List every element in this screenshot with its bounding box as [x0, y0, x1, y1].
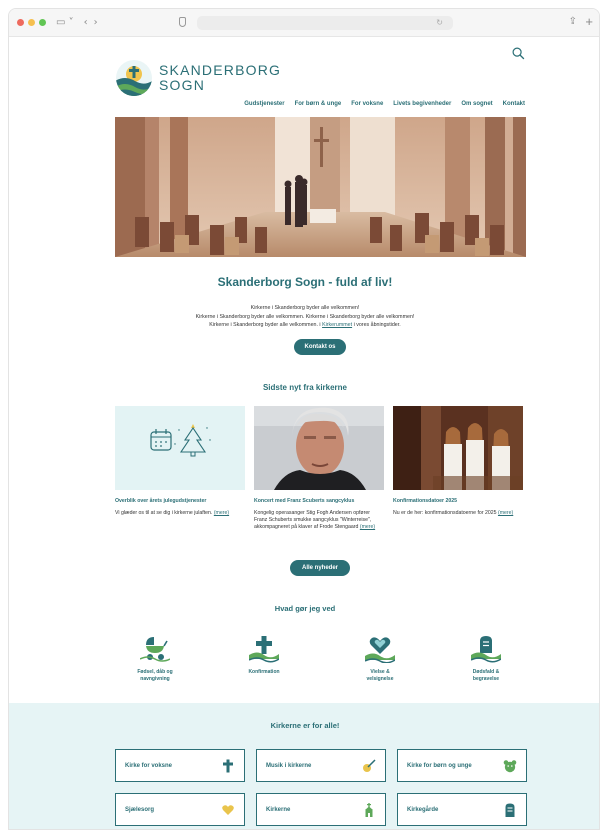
news-text: Kongelig operasanger Stig Fogh Andersen … [254, 510, 384, 531]
news-image [254, 406, 384, 490]
help-item-foedsel[interactable]: Fødsel, dåb og navngivning [115, 633, 195, 683]
reload-icon[interactable]: ↻ [436, 16, 443, 30]
search-icon[interactable] [512, 47, 525, 60]
news-text: Vi glæder os til at se dig i kirkerne ju… [115, 510, 245, 517]
heart-hands-icon [222, 804, 234, 815]
intro-line-3-end: i vores åbningstider. [352, 322, 401, 328]
cross-icon [223, 759, 233, 772]
more-link[interactable]: (mere) [214, 510, 229, 516]
close-window-button[interactable] [17, 19, 24, 26]
card-label: Kirkegårde [407, 806, 439, 813]
churches-heading: Kirkerne er for alle! [270, 721, 340, 730]
browser-window: ▭ ˅ ‹ › ↻ ⇪ + SKANDERBORG SOGN Gudstjene… [8, 8, 600, 830]
page-title: Skanderborg Sogn - fuld af liv! [217, 275, 393, 289]
help-item-konfirmation[interactable]: Konfirmation [224, 633, 304, 676]
card-label: Sjælesorg [125, 806, 155, 813]
nav-item-kontakt[interactable]: Kontakt [503, 101, 525, 107]
teddy-bear-icon [503, 759, 517, 772]
share-icon[interactable]: ⇪ [569, 16, 577, 27]
intro-text: Kirkerne i Skanderborg byder alle velkom… [9, 304, 599, 330]
news-card[interactable]: Konfirmationsdatoer 2025 Nu er de her: k… [393, 406, 523, 517]
help-heading: Hvad gør jeg ved [274, 604, 336, 613]
card-kirkegaarde[interactable]: Kirkegårde [397, 793, 527, 826]
card-sjaelesorg[interactable]: Sjælesorg [115, 793, 245, 826]
church-icon [365, 802, 373, 817]
card-kirkerne[interactable]: Kirkerne [256, 793, 386, 826]
intro-line-3: Kirkerne i Skanderborg byder alle velkom… [9, 321, 599, 330]
card-label: Kirke for børn og unge [407, 762, 472, 769]
nav-item-gudstjenester[interactable]: Gudstjenester [244, 101, 284, 107]
news-title[interactable]: Overblik over årets julegudstjenester [115, 498, 245, 504]
logo-emblem-icon [116, 60, 152, 96]
help-label: Vielse & velsignelse [366, 669, 394, 682]
news-text: Nu er de her: konfirmationsdatoerne for … [393, 510, 523, 517]
nav-item-livets-begivenheder[interactable]: Livets begivenheder [393, 101, 451, 107]
kirkerummet-link[interactable]: Kirkerummet [322, 322, 352, 328]
intro-line-1: Kirkerne i Skanderborg byder alle velkom… [250, 305, 360, 311]
guitar-icon [363, 758, 376, 772]
hero-image [115, 117, 526, 257]
card-musik-i-kirkerne[interactable]: Musik i kirkerne [256, 749, 386, 782]
confirmation-photo [393, 406, 523, 490]
contact-button[interactable]: Kontakt os [294, 339, 346, 355]
stroller-icon [140, 637, 170, 662]
news-image [115, 406, 245, 490]
gravestone-icon [471, 636, 501, 663]
card-label: Musik i kirkerne [266, 762, 312, 769]
cross-icon [249, 636, 279, 663]
news-image [393, 406, 523, 490]
heart-icon [365, 637, 395, 663]
privacy-shield-icon[interactable] [179, 17, 186, 27]
logo-text-line2: SOGN [159, 77, 206, 93]
news-title[interactable]: Koncert med Franz Scuberts sangcyklus [254, 498, 384, 504]
logo-text-line1: SKANDERBORG [159, 62, 282, 78]
intro-line-3-start: Kirkerne i Skanderborg byder alle velkom… [209, 322, 323, 328]
intro-line-2: Kirkerne i Skanderborg byder alle velkom… [195, 313, 415, 320]
news-title[interactable]: Konfirmationsdatoer 2025 [393, 498, 523, 504]
nav-item-om-sognet[interactable]: Om sognet [461, 101, 492, 107]
more-link[interactable]: (mere) [498, 510, 513, 516]
browser-toolbar: ▭ ˅ ‹ › ↻ ⇪ + [9, 9, 599, 37]
card-label: Kirke for voksne [125, 762, 173, 769]
window-controls [17, 19, 46, 26]
news-heading: Sidste nyt fra kirkerne [262, 383, 348, 392]
site-logo[interactable]: SKANDERBORG SOGN [115, 59, 281, 97]
news-card[interactable]: Overblik over årets julegudstjenester Vi… [115, 406, 245, 517]
help-label: Fødsel, dåb og navngivning [137, 669, 173, 682]
card-kirke-for-voksne[interactable]: Kirke for voksne [115, 749, 245, 782]
gravestone-icon [505, 803, 515, 817]
portrait-photo [254, 406, 384, 490]
help-label: Dødsfald & begravelse [472, 669, 500, 682]
nav-item-voksne[interactable]: For voksne [351, 101, 383, 107]
card-label: Kirkerne [266, 806, 291, 813]
minimize-window-button[interactable] [28, 19, 35, 26]
all-news-button[interactable]: Alle nyheder [290, 560, 350, 576]
help-item-doedsfald[interactable]: Dødsfald & begravelse [446, 633, 526, 683]
sidebar-toggle-icon[interactable]: ▭ ˅ [56, 17, 74, 28]
main-navigation: Gudstjenester For børn & unge For voksne… [9, 101, 525, 107]
help-label: Konfirmation [248, 669, 280, 675]
back-icon[interactable]: ‹ [84, 17, 88, 28]
help-item-vielse[interactable]: Vielse & velsignelse [340, 633, 420, 683]
card-kirke-for-boern-og-unge[interactable]: Kirke for børn og unge [397, 749, 527, 782]
news-card[interactable]: Koncert med Franz Scuberts sangcyklus Ko… [254, 406, 384, 531]
address-bar[interactable]: ↻ [197, 16, 453, 30]
news-text-body: Kongelig operasanger Stig Fogh Andersen … [254, 510, 372, 530]
calendar-christmas-tree-icon [115, 406, 245, 490]
new-tab-icon[interactable]: + [585, 14, 593, 29]
more-link[interactable]: (mere) [360, 524, 375, 530]
news-text-body: Nu er de her: konfirmationsdatoerne for … [393, 510, 498, 516]
nav-item-boern-unge[interactable]: For børn & unge [295, 101, 342, 107]
forward-icon[interactable]: › [94, 17, 98, 28]
maximize-window-button[interactable] [39, 19, 46, 26]
news-text-body: Vi glæder os til at se dig i kirkerne ju… [115, 510, 214, 516]
